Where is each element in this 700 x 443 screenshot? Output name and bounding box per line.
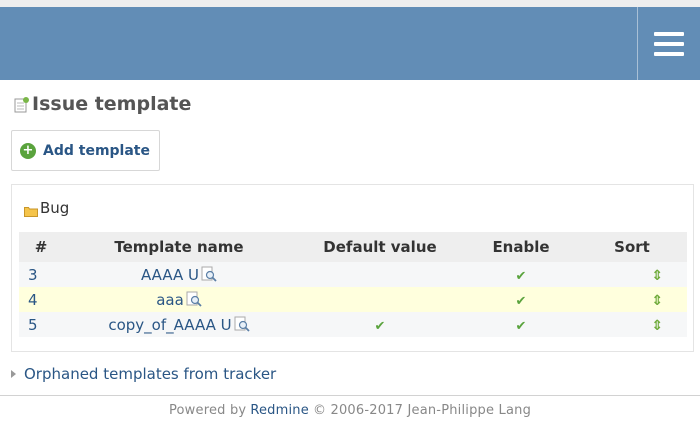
row-template-name: aaa (63, 287, 295, 312)
top-header (0, 7, 700, 80)
row-sort: ⇕ (577, 287, 687, 312)
col-id[interactable]: # (19, 232, 63, 262)
table-header-row: # Template name Default value Enable Sor… (19, 232, 687, 262)
magnifier-icon[interactable] (186, 291, 202, 307)
template-name-link[interactable]: aaa (156, 291, 184, 309)
menu-button[interactable] (637, 7, 700, 80)
tracker-heading: Bug (24, 199, 69, 217)
expand-triangle-icon (11, 370, 16, 378)
tracker-box: Bug # Template name Default value Enable… (11, 184, 694, 352)
col-enable[interactable]: Enable (465, 232, 577, 262)
template-name-link[interactable]: AAAA U (141, 266, 199, 284)
template-icon (14, 96, 30, 113)
check-icon: ✔ (515, 293, 527, 309)
table-row: 3 AAAA U ✔ ⇕ (19, 262, 687, 287)
templates-table: # Template name Default value Enable Sor… (19, 232, 687, 337)
orphaned-templates-label: Orphaned templates from tracker (24, 365, 277, 383)
row-sort: ⇕ (577, 262, 687, 287)
sort-icon[interactable]: ⇕ (651, 318, 663, 334)
footer-copyright: © 2006-2017 Jean-Philippe Lang (312, 403, 532, 418)
sort-icon[interactable]: ⇕ (651, 293, 663, 309)
page-title-text: Issue template (32, 93, 192, 115)
add-template-button[interactable]: + Add template (11, 130, 160, 171)
col-sort[interactable]: Sort (577, 232, 687, 262)
footer-prefix: Powered by (168, 403, 247, 418)
row-id[interactable]: 4 (19, 287, 63, 312)
menu-icon (654, 31, 684, 56)
row-default-value (295, 287, 465, 312)
row-default-value: ✔ (295, 312, 465, 337)
table-row: 4 aaa ✔ ⇕ (19, 287, 687, 312)
row-enable: ✔ (465, 312, 577, 337)
row-id[interactable]: 3 (19, 262, 63, 287)
sort-icon[interactable]: ⇕ (651, 268, 663, 284)
orphaned-templates-toggle[interactable]: Orphaned templates from tracker (11, 365, 276, 383)
row-id[interactable]: 5 (19, 312, 63, 337)
page-title: Issue template (14, 91, 191, 117)
row-default-value (295, 262, 465, 287)
col-template-name[interactable]: Template name (63, 232, 295, 262)
magnifier-icon[interactable] (201, 266, 217, 282)
magnifier-icon[interactable] (234, 316, 250, 332)
row-enable: ✔ (465, 262, 577, 287)
check-icon: ✔ (515, 268, 527, 284)
check-icon: ✔ (374, 318, 386, 334)
row-template-name: copy_of_AAAA U (63, 312, 295, 337)
add-icon: + (20, 142, 36, 159)
browser-top-strip (0, 0, 700, 7)
add-template-label: Add template (43, 142, 150, 159)
col-default-value[interactable]: Default value (295, 232, 465, 262)
redmine-link[interactable]: Redmine (250, 403, 309, 443)
row-sort: ⇕ (577, 312, 687, 337)
template-name-link[interactable]: copy_of_AAAA U (108, 316, 231, 334)
folder-icon (24, 203, 38, 217)
footer: Powered by Redmine © 2006-2017 Jean-Phil… (0, 395, 700, 443)
check-icon: ✔ (515, 318, 527, 334)
tracker-name: Bug (40, 199, 70, 217)
table-row: 5 copy_of_AAAA U ✔ ✔ ⇕ (19, 312, 687, 337)
row-template-name: AAAA U (63, 262, 295, 287)
row-enable: ✔ (465, 287, 577, 312)
